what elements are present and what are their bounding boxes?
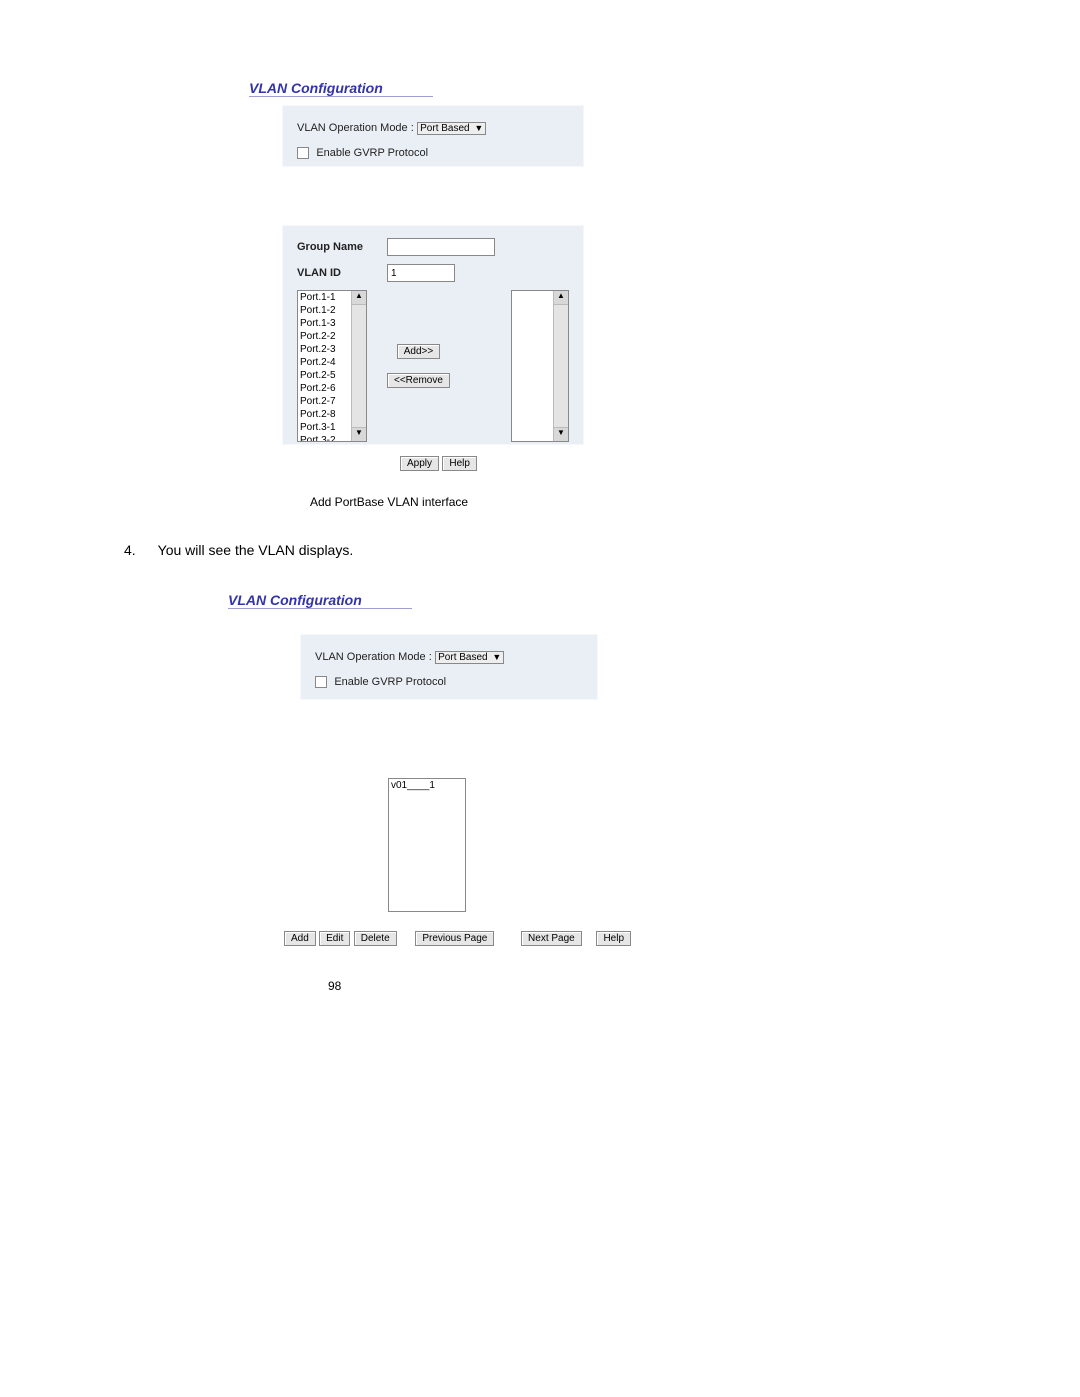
edit-button[interactable]: Edit (319, 931, 350, 946)
gvrp-checkbox-2[interactable] (315, 676, 327, 688)
group-name-label: Group Name (297, 241, 387, 253)
port-list-item[interactable]: Port.2-5 (298, 369, 352, 382)
port-list-item[interactable]: Port.1-3 (298, 317, 352, 330)
help-button-2[interactable]: Help (596, 931, 631, 946)
apply-button[interactable]: Apply (400, 456, 439, 471)
scroll-down-icon[interactable]: ▼ (554, 427, 568, 441)
step-number: 4. (124, 542, 154, 558)
port-list-item[interactable]: Port.3-1 (298, 421, 352, 434)
next-page-button[interactable]: Next Page (521, 931, 582, 946)
delete-button[interactable]: Delete (354, 931, 397, 946)
add-button[interactable]: Add (284, 931, 316, 946)
prev-page-button[interactable]: Previous Page (415, 931, 494, 946)
available-ports-listbox[interactable]: Port.1-1Port.1-2Port.1-3Port.2-2Port.2-3… (297, 290, 367, 442)
vlan-id-input[interactable] (387, 264, 455, 282)
op-mode-label-2: VLAN Operation Mode : (315, 651, 432, 663)
vlan-mode-panel-1: VLAN Operation Mode : Port Based ▼ Enabl… (282, 105, 584, 167)
port-list-item[interactable]: Port.2-3 (298, 343, 352, 356)
op-mode-dropdown-2[interactable]: Port Based ▼ (435, 651, 504, 664)
vlan-mode-panel-2: VLAN Operation Mode : Port Based ▼ Enabl… (300, 634, 598, 700)
gvrp-label-1: Enable GVRP Protocol (316, 147, 428, 159)
chevron-down-icon: ▼ (492, 652, 501, 662)
section-title-1: VLAN Configuration (249, 80, 433, 97)
scroll-down-icon[interactable]: ▼ (352, 427, 366, 441)
scroll-up-icon[interactable]: ▲ (554, 291, 568, 305)
remove-port-button[interactable]: <<Remove (387, 373, 450, 388)
section-title-2: VLAN Configuration (228, 592, 412, 609)
port-list-item[interactable]: Port.1-1 (298, 291, 352, 304)
port-list-item[interactable]: Port.2-6 (298, 382, 352, 395)
gvrp-label-2: Enable GVRP Protocol (334, 676, 446, 688)
add-port-button[interactable]: Add>> (397, 344, 440, 359)
group-name-input[interactable] (387, 238, 495, 256)
port-list-item[interactable]: Port.2-4 (298, 356, 352, 369)
op-mode-value-2: Port Based (438, 652, 487, 663)
page-number: 98 (328, 979, 341, 993)
chevron-down-icon: ▼ (474, 123, 483, 133)
port-list-item[interactable]: Port.2-2 (298, 330, 352, 343)
vlan-list-item[interactable]: v01____1 (389, 779, 465, 792)
op-mode-value-1: Port Based (420, 123, 469, 134)
help-button-1[interactable]: Help (442, 456, 477, 471)
op-mode-dropdown-1[interactable]: Port Based ▼ (417, 122, 486, 135)
figure-caption-1: Add PortBase VLAN interface (310, 495, 468, 509)
vlan-id-label: VLAN ID (297, 267, 387, 279)
gvrp-checkbox-1[interactable] (297, 147, 309, 159)
op-mode-label-1: VLAN Operation Mode : (297, 122, 414, 134)
vlan-listbox[interactable]: v01____1 (388, 778, 466, 912)
port-list-item[interactable]: Port.2-8 (298, 408, 352, 421)
vlan-edit-panel: Group Name VLAN ID Port.1-1Port.1-2Port.… (282, 225, 584, 445)
step-text: You will see the VLAN displays. (158, 542, 354, 558)
scrollbar[interactable]: ▲ ▼ (553, 291, 568, 441)
port-list-item[interactable]: Port.3-2 (298, 434, 352, 441)
selected-ports-listbox[interactable]: ▲ ▼ (511, 290, 569, 442)
scrollbar[interactable]: ▲ ▼ (351, 291, 366, 441)
port-list-item[interactable]: Port.1-2 (298, 304, 352, 317)
port-list-item[interactable]: Port.2-7 (298, 395, 352, 408)
scroll-up-icon[interactable]: ▲ (352, 291, 366, 305)
